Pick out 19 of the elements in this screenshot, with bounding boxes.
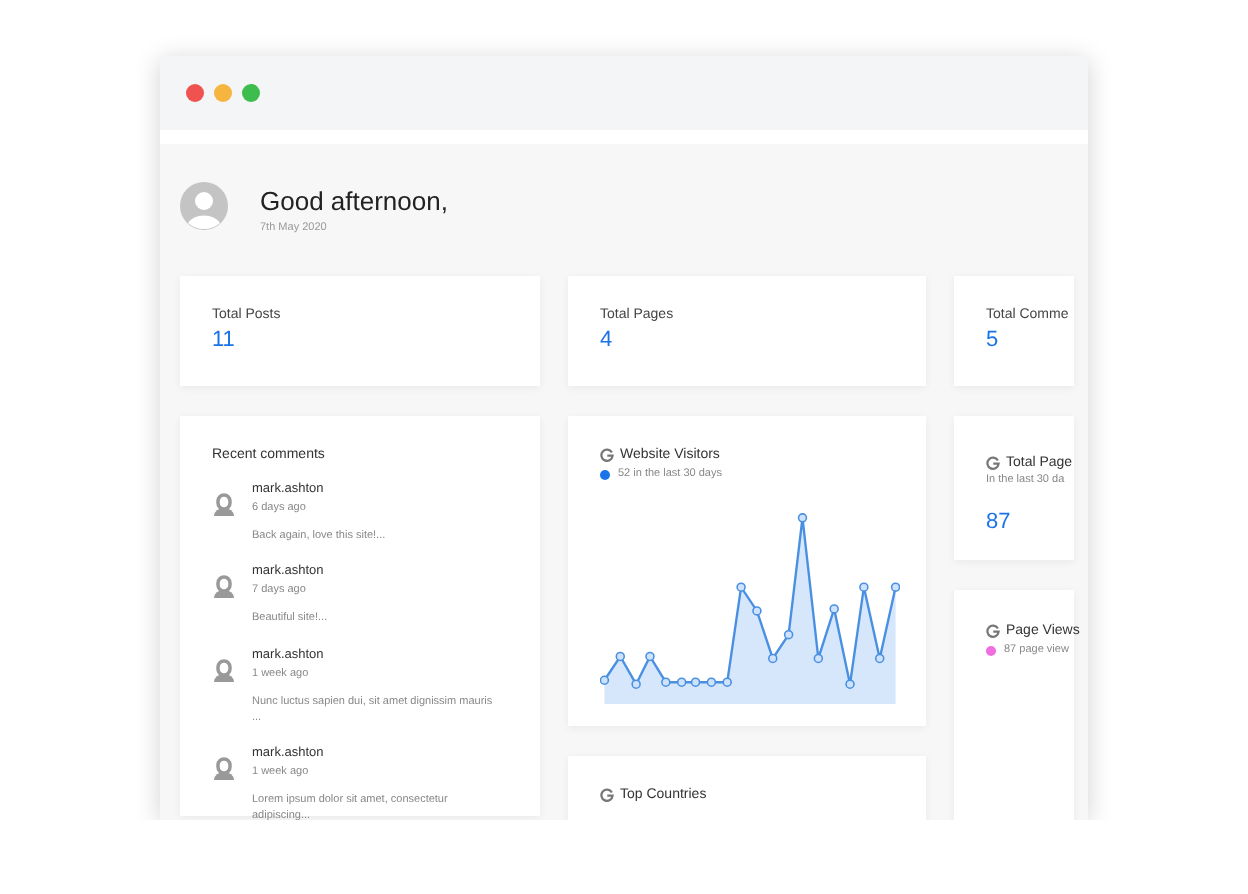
window-button[interactable]	[242, 84, 260, 102]
user-icon	[212, 492, 236, 516]
stat-value: 5	[986, 328, 1001, 352]
avatar-icon	[180, 182, 228, 230]
window-button[interactable]	[214, 84, 232, 102]
user-icon	[212, 574, 236, 599]
legend-dot	[986, 645, 996, 655]
arc-icon	[600, 788, 614, 802]
user-icon	[212, 657, 236, 681]
arc-icon	[600, 448, 614, 462]
stat-value: 11	[212, 328, 237, 352]
arc-icon	[986, 456, 1000, 470]
arc-icon	[986, 624, 1000, 638]
window-button[interactable]	[186, 84, 204, 102]
legend-dot	[600, 469, 610, 479]
stat-value: 87	[986, 510, 1013, 534]
greeting: Good afternoon,	[260, 186, 448, 216]
user-icon	[212, 756, 236, 780]
stat-value: 4	[600, 328, 615, 352]
